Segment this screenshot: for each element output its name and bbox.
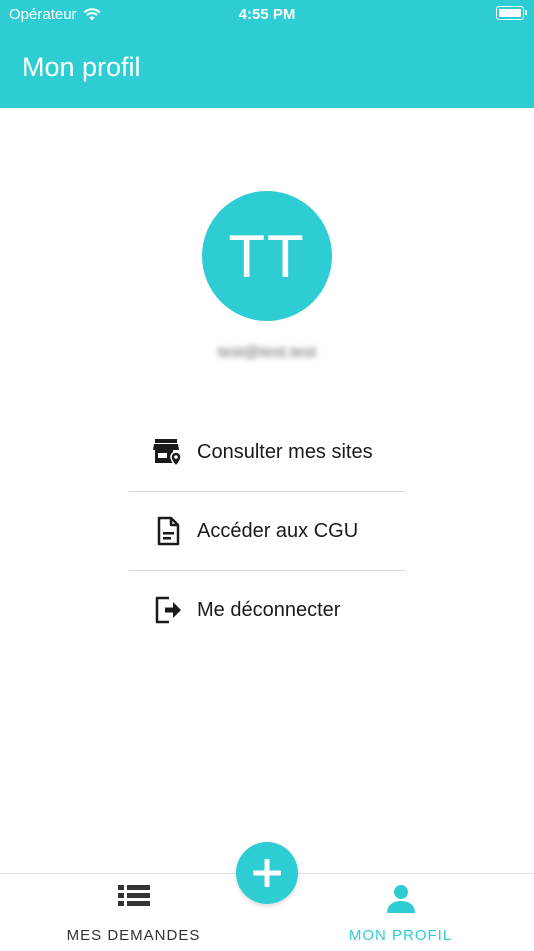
tab-mon-profil[interactable]: MON PROFIL xyxy=(267,874,534,951)
store-location-icon xyxy=(153,437,183,467)
battery-icon xyxy=(496,6,527,20)
avatar: TT xyxy=(202,191,332,321)
menu-item-label: Consulter mes sites xyxy=(197,440,373,463)
menu-item-logout[interactable]: Me déconnecter xyxy=(129,570,405,649)
page-title: Mon profil xyxy=(22,52,141,82)
menu-item-cgu[interactable]: Accéder aux CGU xyxy=(129,491,405,570)
menu-item-sites[interactable]: Consulter mes sites xyxy=(129,413,405,491)
status-bar: Opérateur 4:55 PM xyxy=(0,0,534,28)
tab-label: MES DEMANDES xyxy=(66,927,201,944)
menu-item-label: Accéder aux CGU xyxy=(197,519,359,542)
profile-email: test@test.test xyxy=(217,344,317,361)
plus-icon xyxy=(253,859,281,887)
add-request-button[interactable] xyxy=(236,842,298,904)
user-icon xyxy=(267,884,534,914)
avatar-initials: TT xyxy=(228,222,306,290)
header: Opérateur 4:55 PM Mon profil xyxy=(0,0,534,108)
menu-item-label: Me déconnecter xyxy=(197,598,341,621)
tab-mes-demandes[interactable]: MES DEMANDES xyxy=(0,874,267,951)
logout-icon xyxy=(153,595,183,625)
document-icon xyxy=(153,516,183,546)
tab-label: MON PROFIL xyxy=(348,927,453,944)
profile-menu: Consulter mes sites Accéder aux CGU Me d… xyxy=(129,413,405,649)
list-icon xyxy=(0,884,267,912)
status-time: 4:55 PM xyxy=(238,6,296,23)
